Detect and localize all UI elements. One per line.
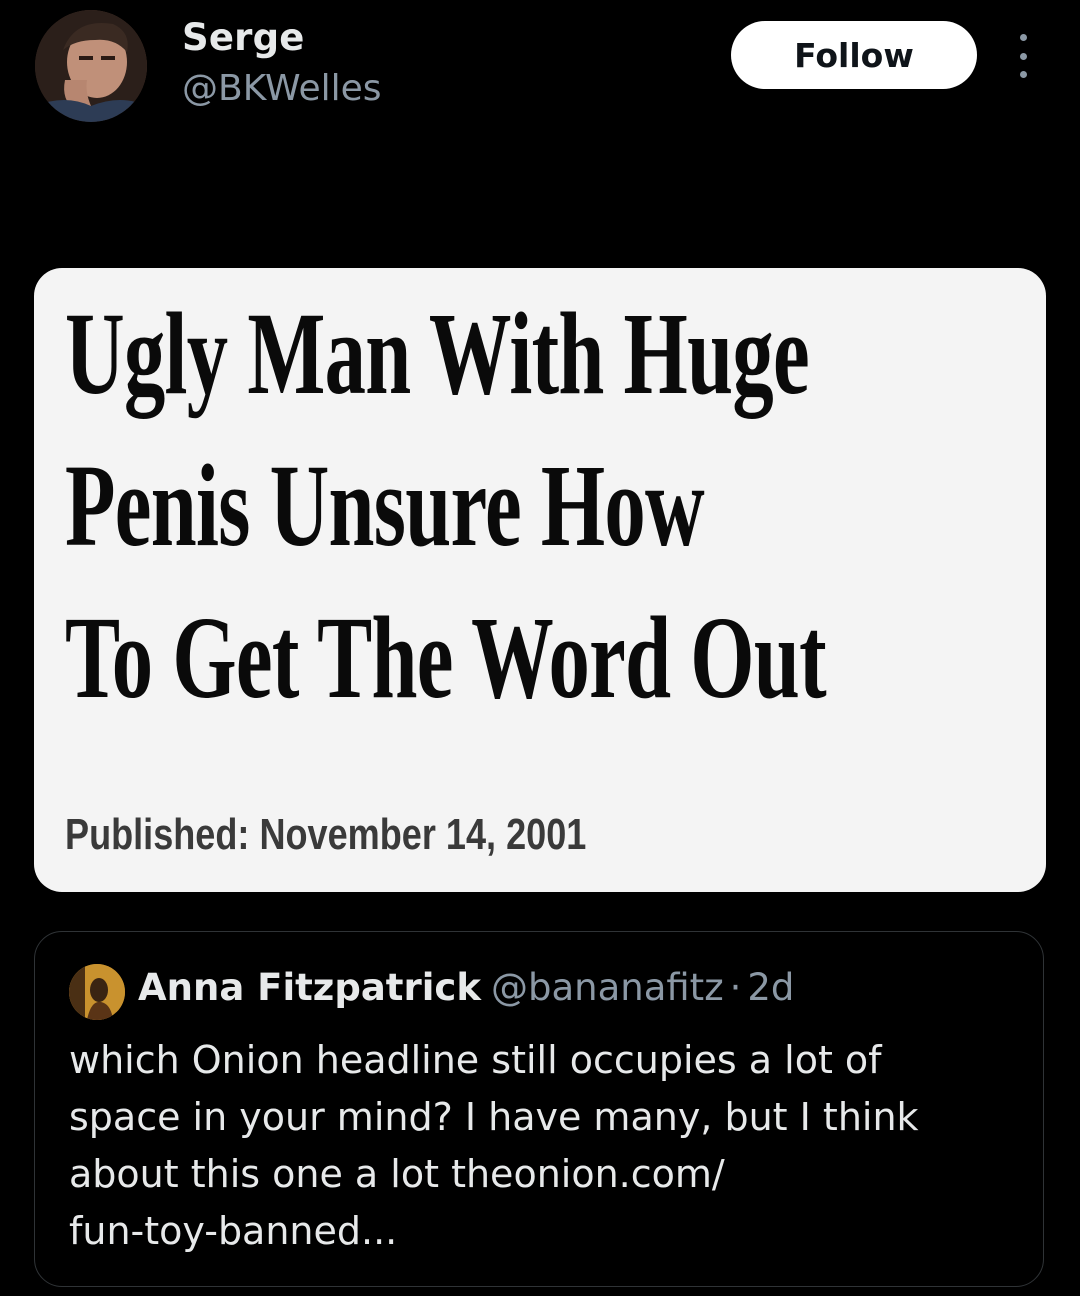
author-name[interactable]: Serge	[182, 16, 305, 59]
more-vertical-icon-dot	[1019, 71, 1027, 78]
attached-image-card[interactable]: Ugly Man With Huge Penis Unsure How To G…	[34, 268, 1046, 892]
more-vertical-icon-dot	[1019, 52, 1027, 60]
tweet-header: Serge @BKWelles Follow	[0, 0, 1080, 140]
follow-button[interactable]: Follow	[731, 21, 977, 89]
quoted-tweet-text: which Onion headline still occupies a lo…	[69, 1032, 969, 1260]
quoted-tweet-time[interactable]: 2d	[747, 966, 794, 1009]
quoted-text-line: fun-toy-banned...	[69, 1209, 398, 1253]
author-avatar-image	[35, 10, 147, 122]
quoted-text-line: space in your mind? I have many, but I t…	[69, 1095, 919, 1139]
quoted-author-name[interactable]: Anna Fitzpatrick	[138, 966, 481, 1009]
quoted-text-line: about this one a lot theonion.com/	[69, 1152, 725, 1196]
more-vertical-icon	[1019, 34, 1027, 41]
meta-separator: ·	[729, 966, 742, 1009]
published-date: Published: November 14, 2001	[65, 810, 587, 859]
author-avatar[interactable]	[35, 10, 147, 122]
onion-headline: Ugly Man With Huge Penis Unsure How To G…	[65, 278, 827, 734]
quoted-tweet[interactable]: Anna Fitzpatrick @bananafitz · 2d which Oni…	[34, 931, 1044, 1287]
quoted-author-avatar[interactable]	[69, 964, 125, 1020]
quoted-tweet-meta: Anna Fitzpatrick @bananafitz · 2d	[138, 966, 794, 1009]
quoted-text-line: which Onion headline still occupies a lo…	[69, 1038, 882, 1082]
more-options-button[interactable]	[1005, 34, 1041, 78]
headline-line: Ugly Man With Huge	[65, 288, 810, 419]
quoted-avatar-image	[69, 964, 125, 1020]
author-handle[interactable]: @BKWelles	[182, 68, 382, 109]
quoted-author-handle[interactable]: @bananafitz	[491, 966, 724, 1009]
headline-line: To Get The Word Out	[65, 592, 827, 723]
headline-line: Penis Unsure How	[65, 440, 705, 571]
